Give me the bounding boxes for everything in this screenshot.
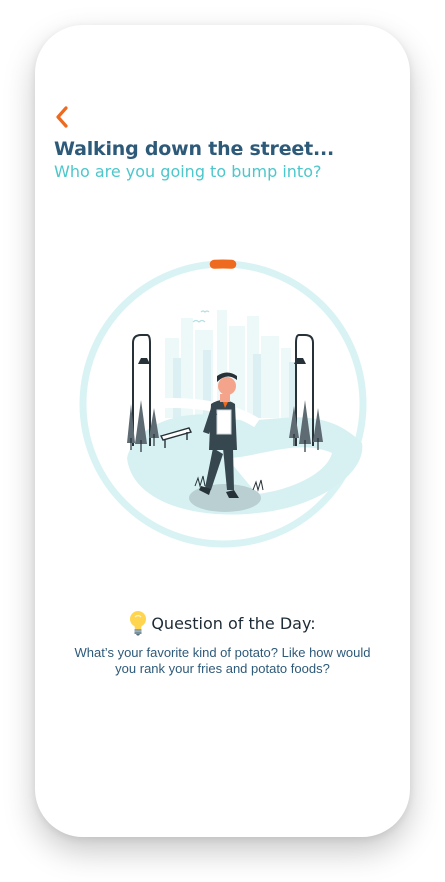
timer-ring: [77, 258, 369, 550]
lightbulb-icon: [130, 611, 147, 636]
question-of-the-day-header: Question of the Day:: [35, 610, 410, 636]
street-illustration: [127, 310, 363, 515]
back-button[interactable]: [51, 103, 73, 131]
phone-screen: Walking down the street... Who are you g…: [35, 25, 410, 837]
question-of-the-day-label: Question of the Day:: [151, 613, 316, 633]
question-text: What’s your favorite kind of potato? Lik…: [74, 645, 371, 676]
chevron-left-icon: [56, 106, 68, 128]
page-title: Walking down the street...: [54, 138, 335, 160]
page-subtitle: Who are you going to bump into?: [54, 162, 322, 181]
